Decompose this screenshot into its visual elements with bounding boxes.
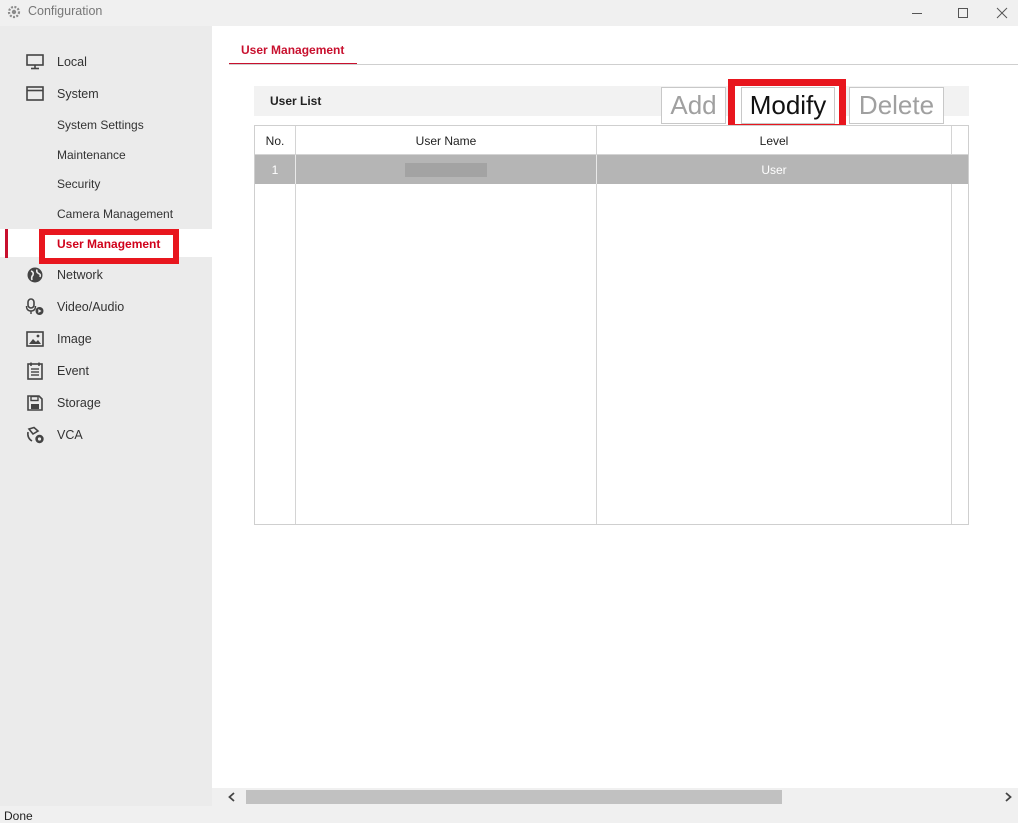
column-divider: [951, 126, 952, 524]
sidebar-item-label: Network: [57, 268, 103, 282]
cell-level: User: [761, 162, 787, 177]
cell-user-name: [296, 155, 596, 184]
user-table: No. User Name Level 1 User: [254, 125, 969, 525]
sidebar-item-label: Video/Audio: [57, 300, 125, 314]
sidebar-item-label: VCA: [57, 428, 83, 442]
column-header-user-name[interactable]: User Name: [296, 126, 596, 155]
modify-button[interactable]: Modify: [741, 87, 835, 124]
status-text: Done: [4, 809, 33, 823]
minimize-icon: [912, 13, 922, 14]
sidebar-item-label: Event: [57, 364, 89, 378]
floppy-disk-icon: [27, 395, 43, 411]
maximize-button[interactable]: [940, 0, 986, 26]
sidebar-item-label: Local: [57, 55, 87, 69]
sidebar-item-label: Camera Management: [57, 207, 174, 221]
tab-label: User Management: [241, 43, 345, 57]
sidebar-item-storage[interactable]: Storage: [0, 388, 212, 418]
add-button[interactable]: Add: [661, 87, 726, 124]
sidebar-item-label: System: [57, 87, 99, 101]
sidebar-item-label: Security: [57, 177, 101, 191]
minimize-button[interactable]: [894, 0, 940, 26]
scrollbar-thumb[interactable]: [246, 790, 782, 804]
table-row[interactable]: 1 User: [255, 155, 968, 184]
sidebar-item-system-settings[interactable]: System Settings: [0, 111, 212, 139]
sidebar-item-label: System Settings: [57, 118, 144, 132]
sidebar-item-security[interactable]: Security: [0, 170, 212, 198]
sidebar-item-local[interactable]: Local: [0, 47, 212, 77]
sidebar-item-label: User Management: [57, 237, 161, 251]
calendar-icon: [27, 362, 43, 380]
horizontal-scrollbar[interactable]: [212, 788, 1018, 806]
column-divider: [596, 126, 597, 524]
sidebar-item-image[interactable]: Image: [0, 324, 212, 354]
column-header-no[interactable]: No.: [255, 126, 295, 155]
cell-no: 1: [271, 162, 279, 177]
sidebar-item-label: Image: [57, 332, 92, 346]
sidebar-item-label: Storage: [57, 396, 101, 410]
chevron-left-icon[interactable]: [226, 791, 238, 803]
window-icon: [26, 86, 44, 101]
sidebar-item-video-audio[interactable]: Video/Audio: [0, 292, 212, 322]
tab-user-management[interactable]: User Management: [229, 36, 357, 65]
redacted-username: [405, 162, 487, 177]
sidebar: Local System System Settings Maintenance…: [0, 26, 212, 806]
tab-divider: [229, 64, 1018, 65]
delete-button[interactable]: Delete: [849, 87, 944, 124]
sidebar-item-event[interactable]: Event: [0, 356, 212, 386]
sidebar-item-maintenance[interactable]: Maintenance: [0, 141, 212, 169]
sidebar-item-system[interactable]: System: [0, 79, 212, 109]
title-bar: Configuration: [0, 0, 1018, 26]
active-indicator: [5, 229, 8, 258]
sidebar-item-user-management[interactable]: User Management: [0, 229, 212, 264]
gear-icon: [7, 5, 21, 19]
column-header-level[interactable]: Level: [597, 126, 951, 155]
vca-icon: [27, 426, 44, 444]
monitor-icon: [26, 54, 44, 70]
globe-icon: [27, 267, 43, 283]
close-icon: [996, 7, 1008, 19]
user-list-title: User List: [270, 94, 322, 108]
chevron-right-icon[interactable]: [1002, 791, 1014, 803]
sidebar-item-vca[interactable]: VCA: [0, 420, 212, 450]
sidebar-item-label: Maintenance: [57, 148, 126, 162]
sidebar-item-network[interactable]: Network: [0, 260, 212, 290]
maximize-icon: [958, 8, 968, 18]
sidebar-item-camera-management[interactable]: Camera Management: [0, 200, 212, 228]
column-divider: [295, 126, 296, 524]
microphone-icon: [25, 298, 44, 315]
close-button[interactable]: [986, 0, 1018, 26]
image-icon: [26, 331, 44, 347]
status-bar: Done: [0, 806, 1018, 823]
window-title: Configuration: [28, 4, 103, 18]
